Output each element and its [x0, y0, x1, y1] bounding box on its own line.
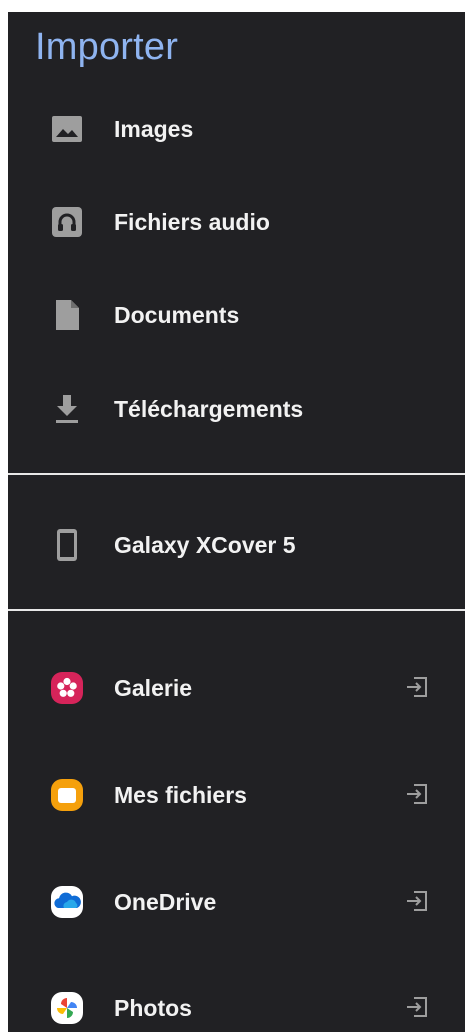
- onedrive-app-icon: [51, 886, 83, 918]
- item-downloads[interactable]: Téléchargements: [8, 378, 465, 438]
- item-app-photos[interactable]: Photos: [8, 977, 465, 1032]
- item-device-galaxy-xcover-5[interactable]: Galaxy XCover 5: [8, 514, 465, 574]
- open-app-icon[interactable]: [404, 674, 430, 700]
- divider: [8, 609, 465, 611]
- audio-icon: [52, 207, 82, 237]
- item-images[interactable]: Images: [8, 98, 465, 158]
- open-app-icon[interactable]: [404, 888, 430, 914]
- item-label: OneDrive: [114, 889, 217, 915]
- item-label: Images: [114, 116, 194, 142]
- item-app-my-files[interactable]: Mes fichiers: [8, 764, 465, 824]
- item-label: Galaxy XCover 5: [114, 532, 296, 558]
- phone-icon: [57, 529, 77, 561]
- galerie-app-icon: [51, 672, 83, 704]
- drawer-title: Importer: [35, 26, 179, 68]
- download-icon: [56, 395, 78, 423]
- item-audio-files[interactable]: Fichiers audio: [8, 191, 465, 251]
- document-icon: [56, 300, 79, 330]
- import-drawer: Importer Images Fichiers audio Documents…: [8, 12, 465, 1032]
- item-label: Mes fichiers: [114, 782, 247, 808]
- item-label: Galerie: [114, 675, 192, 701]
- item-label: Téléchargements: [114, 396, 304, 422]
- image-icon: [52, 116, 82, 142]
- open-app-icon[interactable]: [404, 781, 430, 807]
- divider: [8, 473, 465, 475]
- item-label: Fichiers audio: [114, 209, 270, 235]
- google-photos-app-icon: [51, 992, 83, 1024]
- item-label: Documents: [114, 302, 240, 328]
- item-label: Photos: [114, 995, 192, 1021]
- my-files-app-icon: [51, 779, 83, 811]
- item-documents[interactable]: Documents: [8, 284, 465, 344]
- item-app-galerie[interactable]: Galerie: [8, 657, 465, 717]
- open-app-icon[interactable]: [404, 994, 430, 1020]
- item-app-onedrive[interactable]: OneDrive: [8, 871, 465, 931]
